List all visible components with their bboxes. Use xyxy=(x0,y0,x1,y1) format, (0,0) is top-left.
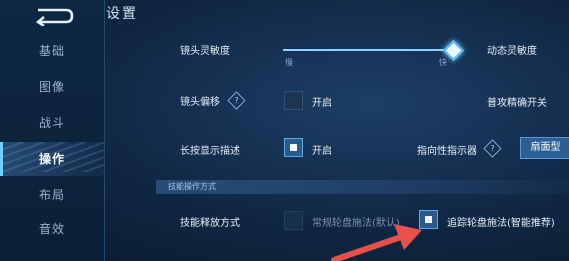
tracking-wheel-option: 追踪轮盘施法(智能推荐) xyxy=(447,218,555,229)
sidebar-item-sound[interactable]: 音效 xyxy=(0,212,104,246)
slider-fill xyxy=(283,49,450,51)
long-press-option: 开启 xyxy=(312,146,332,157)
section-title: 技能操作方式 xyxy=(168,182,216,191)
camera-offset-checkbox[interactable] xyxy=(284,91,303,110)
back-arrow-icon[interactable] xyxy=(32,6,74,26)
camera-offset-label: 镜头偏移 xyxy=(180,97,220,108)
normal-attack-precision-label: 普攻精确开关 xyxy=(487,98,547,109)
directional-indicator-label: 指向性指示器 xyxy=(417,146,477,157)
indicator-type-button[interactable]: 扇面型 xyxy=(520,137,569,159)
long-press-checkbox[interactable] xyxy=(284,138,303,157)
dynamic-sensitivity-label: 动态灵敏度 xyxy=(487,46,537,57)
sidebar-item-layout[interactable]: 布局 xyxy=(0,178,104,212)
slider-max-label: 快 xyxy=(439,58,447,67)
help-icon[interactable]: ? xyxy=(483,139,502,158)
sidebar-item-controls[interactable]: 操作 xyxy=(0,142,104,176)
camera-sensitivity-label: 镜头灵敏度 xyxy=(180,46,230,57)
sidebar: 基础 图像 战斗 操作 布局 音效 xyxy=(0,0,105,261)
normal-wheel-checkbox[interactable] xyxy=(284,211,303,230)
sidebar-item-graphics[interactable]: 图像 xyxy=(0,70,104,104)
annotation-arrow-icon xyxy=(331,224,422,261)
camera-offset-option: 开启 xyxy=(312,98,332,109)
sidebar-item-basic[interactable]: 基础 xyxy=(0,34,104,68)
skill-release-label: 技能释放方式 xyxy=(180,218,240,229)
help-icon[interactable]: ? xyxy=(227,91,246,110)
long-press-description-label: 长按显示描述 xyxy=(180,146,240,157)
sidebar-item-combat[interactable]: 战斗 xyxy=(0,106,104,140)
page-title: 设置 xyxy=(106,6,138,22)
slider-min-label: 慢 xyxy=(285,58,293,67)
camera-sensitivity-slider[interactable] xyxy=(283,49,453,51)
section-header-band xyxy=(156,180,569,194)
